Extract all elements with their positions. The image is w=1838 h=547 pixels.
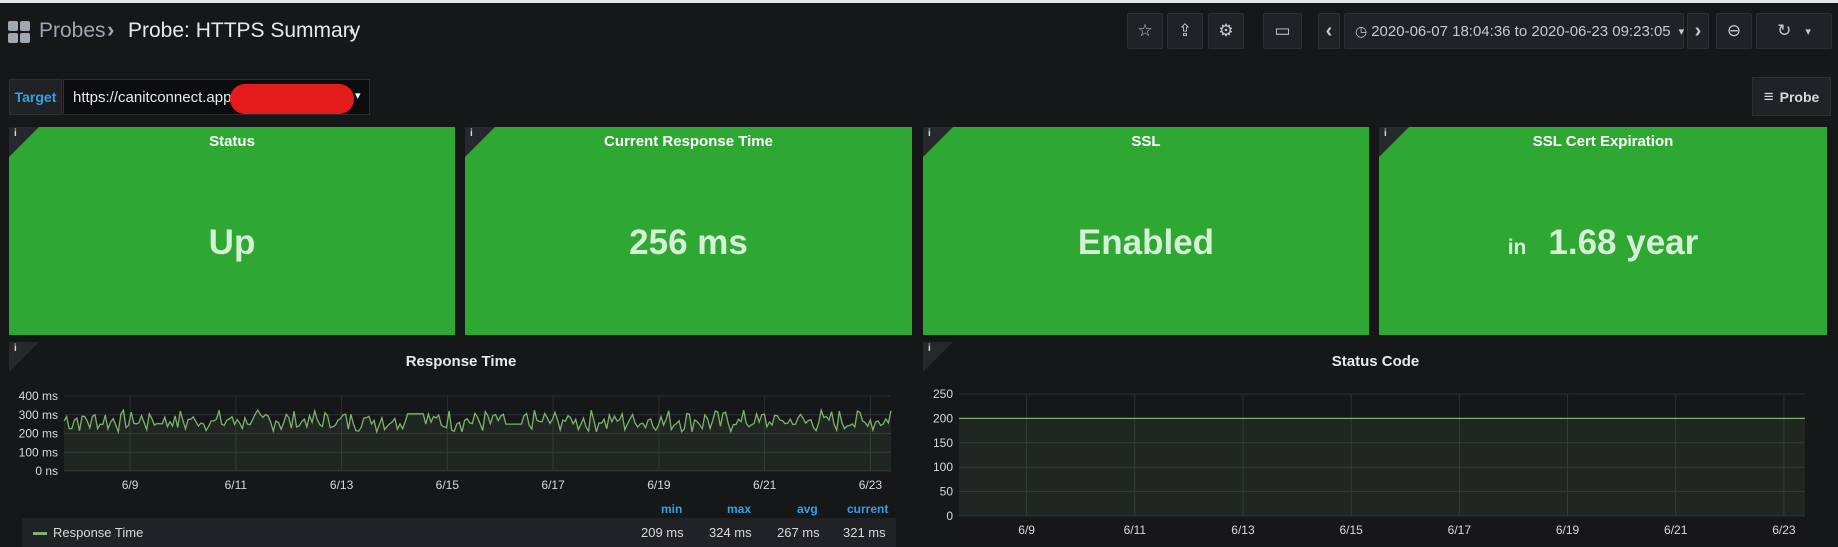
redaction-mark — [230, 84, 354, 114]
legend-header-current[interactable]: current — [847, 502, 888, 516]
y-tick-label: 0 — [946, 509, 953, 523]
grid-apps-icon[interactable] — [8, 21, 30, 43]
y-tick-label: 250 — [933, 387, 953, 401]
time-shift-forward-button[interactable]: › — [1687, 13, 1709, 49]
zoom-out-icon: ⊖ — [1726, 21, 1742, 40]
share-button[interactable]: ⇪ — [1167, 13, 1203, 49]
tv-mode-button[interactable]: ▭ — [1263, 13, 1302, 49]
panel-title[interactable]: SSL — [923, 133, 1369, 150]
refresh-icon: ↻ — [1777, 21, 1792, 40]
x-tick-label: 6/21 — [1664, 523, 1688, 537]
series-color-swatch[interactable] — [33, 532, 47, 535]
share-icon: ⇪ — [1177, 21, 1193, 40]
star-button[interactable]: ☆ — [1127, 13, 1163, 49]
panel-title[interactable]: Current Response Time — [465, 133, 912, 150]
panel-title[interactable]: Status — [9, 133, 455, 150]
y-tick-label: 100 — [933, 460, 953, 474]
status-code-chart[interactable]: 0 50 100 150 200 250 6/9 6/11 6/13 6/15 6/17 6/19 6/… — [920, 380, 1830, 547]
panel-title[interactable]: Status Code — [923, 353, 1828, 370]
gear-icon: ⚙ — [1218, 21, 1234, 40]
x-tick-label: 6/13 — [330, 478, 354, 492]
x-tick-label: 6/21 — [753, 478, 777, 492]
stat-value-text: Up — [208, 223, 256, 262]
caret-down-icon: ▾ — [1678, 25, 1685, 38]
legend-header-min[interactable]: min — [661, 502, 682, 516]
ssl-stat-panel[interactable]: i SSL Enabled — [923, 127, 1369, 335]
y-tick-label: 150 — [933, 436, 953, 450]
dashboard-title[interactable]: Probe: HTTPS Summary — [128, 19, 360, 43]
stat-value-text: 256 ms — [629, 223, 748, 262]
target-variable-label: Target — [9, 79, 62, 115]
stat-value-text: 1.68 year — [1548, 223, 1699, 262]
x-tick-label: 6/23 — [859, 478, 883, 492]
x-tick-label: 6/19 — [647, 478, 671, 492]
x-tick-label: 6/15 — [1339, 523, 1363, 537]
time-shift-back-button[interactable]: ‹ — [1318, 13, 1340, 49]
panel-title[interactable]: Response Time — [9, 353, 913, 370]
caret-down-icon[interactable]: ▾ — [355, 89, 361, 102]
caret-down-icon: ▾ — [1805, 25, 1811, 38]
x-tick-label: 6/9 — [1018, 523, 1035, 537]
chevron-left-icon: ‹ — [1325, 19, 1333, 42]
probe-dashboard-link[interactable]: ≡ Probe — [1752, 77, 1831, 116]
legend-header-max[interactable]: max — [727, 502, 751, 516]
legend-max-value: 324 ms — [709, 525, 752, 540]
series-area-fill — [959, 418, 1805, 516]
legend-current-value: 321 ms — [843, 525, 886, 540]
hamburger-icon: ≡ — [1763, 86, 1774, 106]
star-icon: ☆ — [1137, 21, 1153, 40]
breadcrumb-probes-link[interactable]: Probes — [39, 19, 106, 43]
legend-series-row[interactable]: Response Time 209 ms 324 ms 267 ms 321 m… — [22, 518, 896, 547]
stat-value: in 1.68 year — [1379, 223, 1827, 263]
x-tick-label: 6/15 — [436, 478, 460, 492]
chevron-right-icon: › — [1694, 19, 1702, 42]
x-tick-label: 6/17 — [541, 478, 565, 492]
response-time-stat-panel[interactable]: i Current Response Time 256 ms — [465, 127, 912, 335]
y-tick-label: 400 ms — [19, 389, 58, 403]
y-tick-label: 0 ns — [35, 464, 58, 478]
stat-value: Enabled — [923, 223, 1369, 263]
clock-icon: ◷ — [1355, 22, 1368, 39]
x-tick-label: 6/9 — [122, 478, 139, 492]
stat-value: 256 ms — [465, 223, 912, 263]
x-tick-label: 6/11 — [1124, 523, 1147, 537]
y-tick-label: 200 ms — [19, 427, 58, 441]
target-variable-value: https://canitconnect.app — [73, 88, 232, 106]
stat-value-text: Enabled — [1077, 223, 1215, 262]
x-tick-label: 6/17 — [1448, 523, 1472, 537]
status-stat-panel[interactable]: i Status Up — [9, 127, 455, 335]
time-picker-button[interactable]: ◷ 2020-06-07 18:04:36 to 2020-06-23 09:2… — [1344, 13, 1684, 49]
y-tick-label: 50 — [940, 485, 954, 499]
time-range-label: 2020-06-07 18:04:36 to 2020-06-23 09:23:… — [1371, 22, 1671, 40]
stat-value: Up — [9, 223, 455, 263]
refresh-button[interactable]: ↻ ▾ — [1756, 13, 1832, 49]
legend-series-name[interactable]: Response Time — [53, 525, 143, 540]
y-tick-label: 100 ms — [19, 445, 58, 459]
y-tick-label: 300 ms — [19, 408, 58, 422]
top-navbar: Probes › Probe: HTTPS Summary ▾ ☆ ⇪ ⚙ ▭ … — [0, 0, 1838, 60]
x-tick-label: 6/11 — [225, 478, 248, 492]
x-tick-label: 6/23 — [1772, 523, 1796, 537]
legend-avg-value: 267 ms — [777, 525, 820, 540]
legend-header-avg[interactable]: avg — [797, 502, 818, 516]
ssl-cert-expiration-stat-panel[interactable]: i SSL Cert Expiration in 1.68 year — [1379, 127, 1827, 335]
legend-min-value: 209 ms — [641, 525, 684, 540]
monitor-icon: ▭ — [1274, 21, 1291, 40]
panel-title[interactable]: SSL Cert Expiration — [1379, 133, 1827, 150]
caret-down-icon[interactable]: ▾ — [349, 25, 355, 38]
stat-prefix: in — [1507, 236, 1527, 259]
x-tick-label: 6/19 — [1556, 523, 1580, 537]
chevron-right-icon: › — [107, 17, 115, 42]
settings-button[interactable]: ⚙ — [1208, 13, 1244, 49]
zoom-out-button[interactable]: ⊖ — [1716, 13, 1752, 49]
probe-link-label: Probe — [1779, 88, 1820, 105]
x-tick-label: 6/13 — [1231, 523, 1255, 537]
response-time-chart[interactable]: 0 ns 100 ms 200 ms 300 ms 400 ms 6/9 6/11 6/13 6… — [0, 380, 900, 500]
y-tick-label: 200 — [933, 411, 953, 425]
